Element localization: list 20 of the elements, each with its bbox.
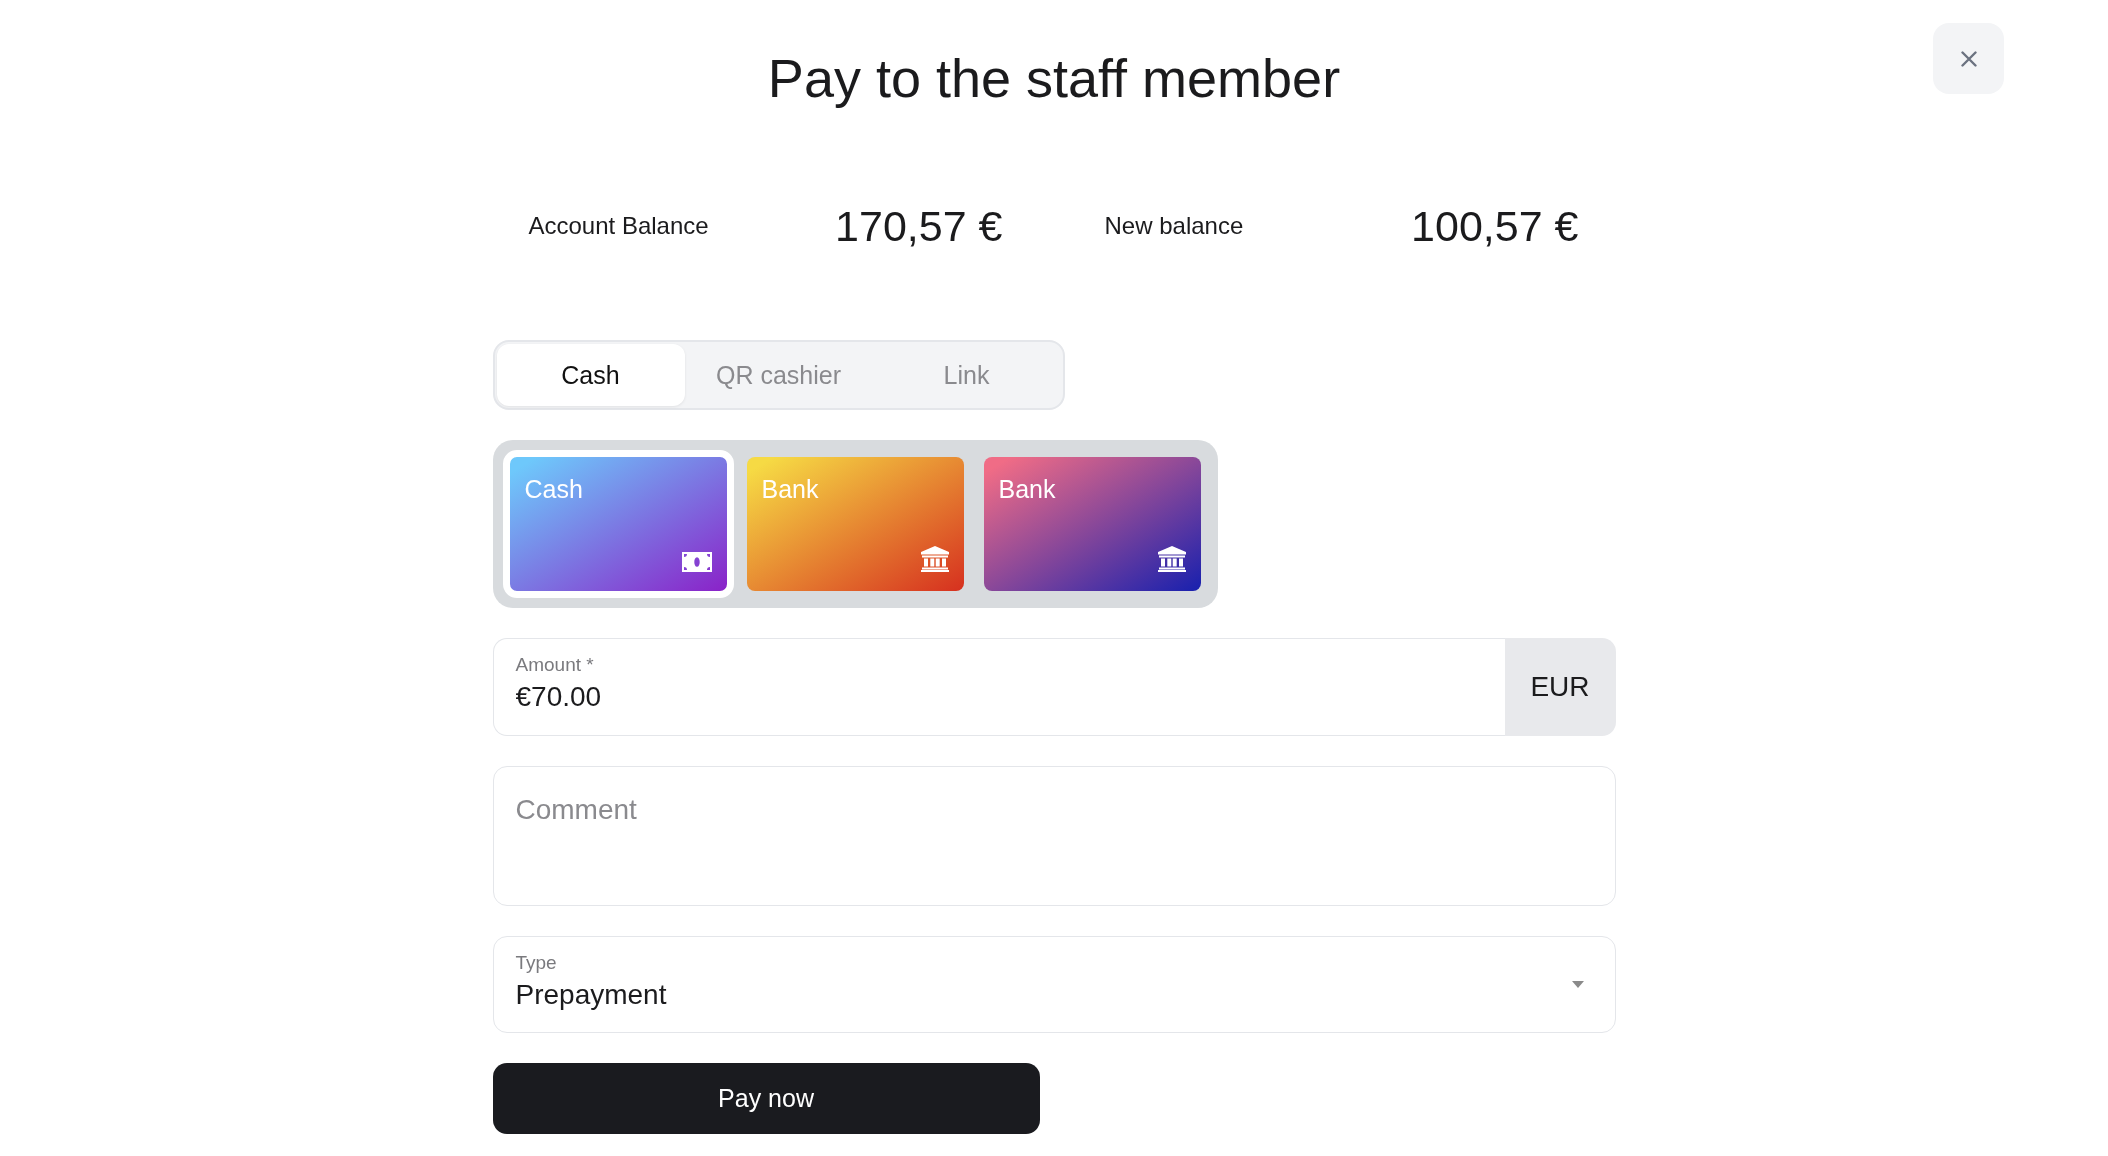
field-label: Amount *: [515, 654, 594, 676]
amount-field[interactable]: Amount * €70.00: [492, 638, 1505, 736]
caret-icon: [1571, 981, 1584, 988]
currency-addon: EUR: [1504, 638, 1616, 736]
close-button[interactable]: [1933, 23, 2004, 94]
bank-icon: [1157, 546, 1186, 572]
close-icon: [1960, 50, 1977, 67]
balance-value: 100,57 €: [1411, 201, 1579, 252]
comment-field[interactable]: Comment: [492, 766, 1616, 906]
account-card[interactable]: Bank: [983, 457, 1201, 591]
balance-label: New balance: [1104, 211, 1244, 241]
balance-label: Account Balance: [528, 211, 709, 241]
balance-value: 170,57 €: [835, 201, 1003, 252]
dialog-title: Pay to the staff member: [767, 47, 1341, 110]
type-select[interactable]: Type Prepayment: [492, 936, 1616, 1033]
bank-icon: [920, 546, 949, 572]
payment-tab[interactable]: Cash: [496, 344, 685, 406]
banknote-icon: [681, 552, 712, 572]
pay-button[interactable]: Pay now: [492, 1063, 1040, 1134]
amount-input[interactable]: €70.00: [515, 680, 1116, 714]
